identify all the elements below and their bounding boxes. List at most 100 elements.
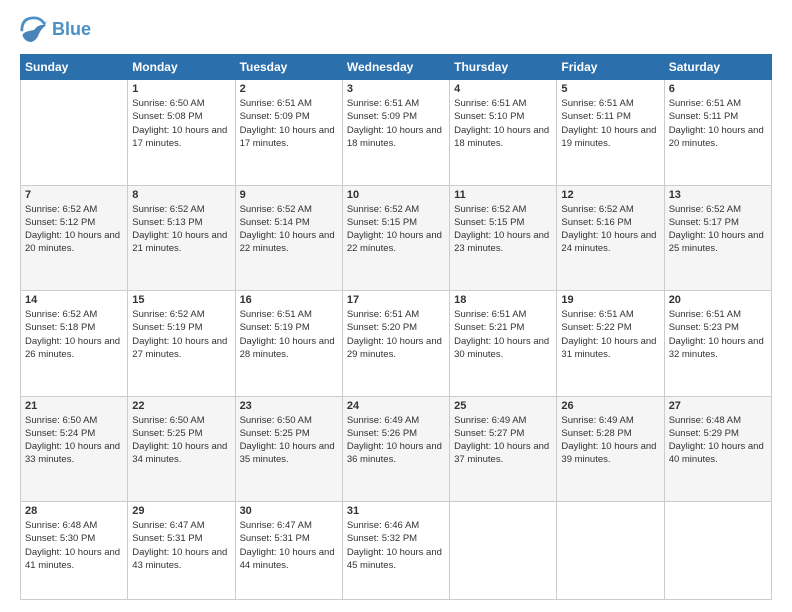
weekday-header-monday: Monday — [128, 55, 235, 80]
header: Blue — [20, 16, 772, 44]
day-info: Sunrise: 6:51 AMSunset: 5:23 PMDaylight:… — [669, 308, 767, 361]
day-number: 23 — [240, 400, 338, 412]
day-info: Sunrise: 6:52 AMSunset: 5:16 PMDaylight:… — [561, 203, 659, 256]
day-number: 27 — [669, 400, 767, 412]
day-number: 2 — [240, 83, 338, 95]
calendar-cell: 21Sunrise: 6:50 AMSunset: 5:24 PMDayligh… — [21, 396, 128, 502]
day-info: Sunrise: 6:52 AMSunset: 5:12 PMDaylight:… — [25, 203, 123, 256]
week-row-5: 28 Sunrise: 6:48 AMSunset: 5:30 PMDayligh… — [21, 502, 772, 600]
calendar-cell: 12 Sunrise: 6:52 AMSunset: 5:16 PMDayligh… — [557, 185, 664, 291]
day-number: 9 — [240, 189, 338, 201]
day-number: 19 — [561, 294, 659, 306]
calendar-cell: 16 Sunrise: 6:51 AMSunset: 5:19 PMDayligh… — [235, 291, 342, 397]
logo-icon — [20, 16, 48, 44]
day-info: Sunrise: 6:51 AMSunset: 5:20 PMDaylight:… — [347, 308, 445, 361]
day-number: 12 — [561, 189, 659, 201]
calendar-cell — [557, 502, 664, 600]
day-info: Sunrise: 6:52 AMSunset: 5:17 PMDaylight:… — [669, 203, 767, 256]
calendar-cell: 10 Sunrise: 6:52 AMSunset: 5:15 PMDayligh… — [342, 185, 449, 291]
day-number: 16 — [240, 294, 338, 306]
calendar-cell: 3Sunrise: 6:51 AMSunset: 5:09 PMDaylight… — [342, 80, 449, 186]
day-number: 31 — [347, 505, 445, 517]
calendar-cell: 7 Sunrise: 6:52 AMSunset: 5:12 PMDaylight… — [21, 185, 128, 291]
calendar-cell: 31 Sunrise: 6:46 AMSunset: 5:32 PMDayligh… — [342, 502, 449, 600]
calendar-cell — [450, 502, 557, 600]
day-info: Sunrise: 6:52 AMSunset: 5:13 PMDaylight:… — [132, 203, 230, 256]
calendar-cell: 26 Sunrise: 6:49 AMSunset: 5:28 PMDayligh… — [557, 396, 664, 502]
day-info: Sunrise: 6:51 AMSunset: 5:21 PMDaylight:… — [454, 308, 552, 361]
calendar-cell — [21, 80, 128, 186]
day-info: Sunrise: 6:50 AMSunset: 5:25 PMDaylight:… — [240, 414, 338, 467]
day-info: Sunrise: 6:51 AMSunset: 5:09 PMDaylight:… — [240, 97, 338, 150]
day-info: Sunrise: 6:51 AMSunset: 5:11 PMDaylight:… — [561, 97, 659, 150]
calendar-cell: 2 Sunrise: 6:51 AMSunset: 5:09 PMDaylight… — [235, 80, 342, 186]
day-info: Sunrise: 6:52 AMSunset: 5:19 PMDaylight:… — [132, 308, 230, 361]
calendar-cell: 22 Sunrise: 6:50 AMSunset: 5:25 PMDayligh… — [128, 396, 235, 502]
calendar-cell: 23 Sunrise: 6:50 AMSunset: 5:25 PMDayligh… — [235, 396, 342, 502]
calendar-cell: 9 Sunrise: 6:52 AMSunset: 5:14 PMDaylight… — [235, 185, 342, 291]
day-info: Sunrise: 6:51 AMSunset: 5:22 PMDaylight:… — [561, 308, 659, 361]
weekday-header-friday: Friday — [557, 55, 664, 80]
day-info: Sunrise: 6:51 AMSunset: 5:11 PMDaylight:… — [669, 97, 767, 150]
day-number: 18 — [454, 294, 552, 306]
day-info: Sunrise: 6:48 AMSunset: 5:30 PMDaylight:… — [25, 519, 123, 572]
day-number: 10 — [347, 189, 445, 201]
calendar-cell: 25Sunrise: 6:49 AMSunset: 5:27 PMDayligh… — [450, 396, 557, 502]
day-info: Sunrise: 6:49 AMSunset: 5:28 PMDaylight:… — [561, 414, 659, 467]
day-number: 26 — [561, 400, 659, 412]
weekday-header-saturday: Saturday — [664, 55, 771, 80]
day-number: 20 — [669, 294, 767, 306]
calendar-table: SundayMondayTuesdayWednesdayThursdayFrid… — [20, 54, 772, 600]
day-number: 13 — [669, 189, 767, 201]
calendar-cell: 27Sunrise: 6:48 AMSunset: 5:29 PMDayligh… — [664, 396, 771, 502]
day-number: 4 — [454, 83, 552, 95]
calendar-cell: 19 Sunrise: 6:51 AMSunset: 5:22 PMDayligh… — [557, 291, 664, 397]
calendar-cell: 5 Sunrise: 6:51 AMSunset: 5:11 PMDaylight… — [557, 80, 664, 186]
day-number: 22 — [132, 400, 230, 412]
day-number: 24 — [347, 400, 445, 412]
calendar-cell: 17Sunrise: 6:51 AMSunset: 5:20 PMDayligh… — [342, 291, 449, 397]
day-number: 28 — [25, 505, 123, 517]
weekday-header-tuesday: Tuesday — [235, 55, 342, 80]
calendar-cell: 4 Sunrise: 6:51 AMSunset: 5:10 PMDaylight… — [450, 80, 557, 186]
weekday-header-sunday: Sunday — [21, 55, 128, 80]
weekday-header-row: SundayMondayTuesdayWednesdayThursdayFrid… — [21, 55, 772, 80]
day-info: Sunrise: 6:47 AMSunset: 5:31 PMDaylight:… — [240, 519, 338, 572]
logo: Blue — [20, 16, 91, 44]
day-info: Sunrise: 6:46 AMSunset: 5:32 PMDaylight:… — [347, 519, 445, 572]
day-number: 11 — [454, 189, 552, 201]
day-info: Sunrise: 6:52 AMSunset: 5:15 PMDaylight:… — [347, 203, 445, 256]
calendar-cell: 15 Sunrise: 6:52 AMSunset: 5:19 PMDayligh… — [128, 291, 235, 397]
day-info: Sunrise: 6:52 AMSunset: 5:14 PMDaylight:… — [240, 203, 338, 256]
weekday-header-thursday: Thursday — [450, 55, 557, 80]
day-info: Sunrise: 6:52 AMSunset: 5:15 PMDaylight:… — [454, 203, 552, 256]
calendar-cell: 18 Sunrise: 6:51 AMSunset: 5:21 PMDayligh… — [450, 291, 557, 397]
week-row-1: 1Sunrise: 6:50 AMSunset: 5:08 PMDaylight… — [21, 80, 772, 186]
day-info: Sunrise: 6:51 AMSunset: 5:19 PMDaylight:… — [240, 308, 338, 361]
calendar-cell: 11 Sunrise: 6:52 AMSunset: 5:15 PMDayligh… — [450, 185, 557, 291]
day-info: Sunrise: 6:49 AMSunset: 5:27 PMDaylight:… — [454, 414, 552, 467]
day-number: 15 — [132, 294, 230, 306]
calendar-cell: 24Sunrise: 6:49 AMSunset: 5:26 PMDayligh… — [342, 396, 449, 502]
calendar-cell: 6 Sunrise: 6:51 AMSunset: 5:11 PMDaylight… — [664, 80, 771, 186]
day-number: 7 — [25, 189, 123, 201]
day-info: Sunrise: 6:47 AMSunset: 5:31 PMDaylight:… — [132, 519, 230, 572]
day-info: Sunrise: 6:50 AMSunset: 5:25 PMDaylight:… — [132, 414, 230, 467]
calendar-cell: 13 Sunrise: 6:52 AMSunset: 5:17 PMDayligh… — [664, 185, 771, 291]
day-info: Sunrise: 6:50 AMSunset: 5:08 PMDaylight:… — [132, 97, 230, 150]
week-row-2: 7 Sunrise: 6:52 AMSunset: 5:12 PMDaylight… — [21, 185, 772, 291]
weekday-header-wednesday: Wednesday — [342, 55, 449, 80]
day-info: Sunrise: 6:51 AMSunset: 5:09 PMDaylight:… — [347, 97, 445, 150]
day-number: 5 — [561, 83, 659, 95]
day-number: 6 — [669, 83, 767, 95]
day-info: Sunrise: 6:52 AMSunset: 5:18 PMDaylight:… — [25, 308, 123, 361]
logo-line2: Blue — [52, 20, 91, 40]
calendar-cell: 30 Sunrise: 6:47 AMSunset: 5:31 PMDayligh… — [235, 502, 342, 600]
day-number: 14 — [25, 294, 123, 306]
day-info: Sunrise: 6:51 AMSunset: 5:10 PMDaylight:… — [454, 97, 552, 150]
week-row-3: 14 Sunrise: 6:52 AMSunset: 5:18 PMDayligh… — [21, 291, 772, 397]
calendar-cell: 14 Sunrise: 6:52 AMSunset: 5:18 PMDayligh… — [21, 291, 128, 397]
calendar-cell: 28 Sunrise: 6:48 AMSunset: 5:30 PMDayligh… — [21, 502, 128, 600]
day-number: 30 — [240, 505, 338, 517]
day-number: 29 — [132, 505, 230, 517]
